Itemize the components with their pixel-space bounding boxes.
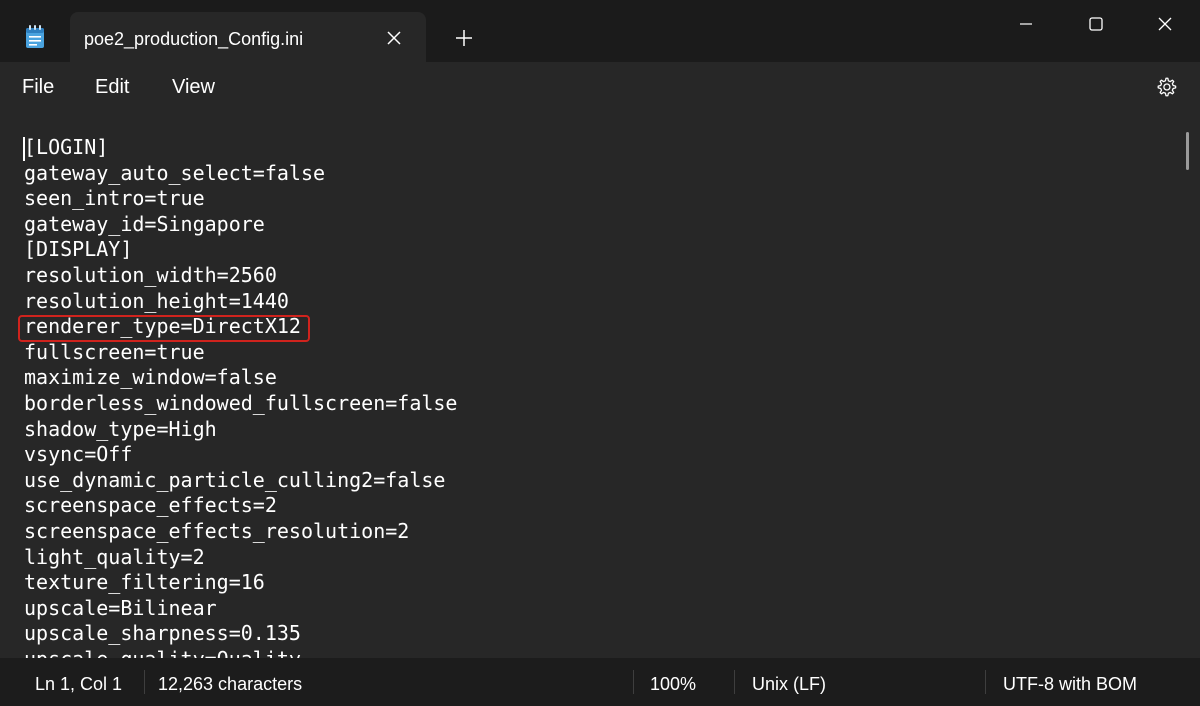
close-icon[interactable] <box>382 26 406 50</box>
status-divider <box>144 670 145 694</box>
text-caret <box>23 137 25 161</box>
character-count: 12,263 characters <box>158 674 303 694</box>
editor-line: light_quality=2 <box>24 544 205 569</box>
menu-edit[interactable]: Edit <box>95 76 129 99</box>
status-divider <box>985 670 986 694</box>
cursor-position: Ln 1, Col 1 <box>35 674 123 694</box>
menu-file[interactable]: File <box>22 76 54 99</box>
editor-line: resolution_width=2560 <box>24 262 277 287</box>
line-ending[interactable]: Unix (LF) <box>752 674 826 695</box>
editor-line: screenspace_effects=2 <box>24 493 277 518</box>
menu-bar: File Edit View <box>0 62 1200 112</box>
editor-line: borderless_windowed_fullscreen=false <box>24 390 458 415</box>
minimize-icon[interactable] <box>1003 10 1049 38</box>
editor-line: texture_filtering=16 <box>24 570 265 595</box>
editor-line: screenspace_effects_resolution=2 <box>24 518 410 543</box>
editor-line: gateway_auto_select=false <box>24 160 326 185</box>
editor-line: seen_intro=true <box>24 186 205 211</box>
editor-line: vsync=Off <box>24 442 133 467</box>
editor-line: gateway_id=Singapore <box>24 211 265 236</box>
title-bar: poe2_production_Config.ini <box>0 0 1200 62</box>
editor-line: upscale_sharpness=0.135 <box>24 621 301 646</box>
editor-line: fullscreen=true <box>24 339 205 364</box>
editor-lines: [LOGIN] gateway_auto_select=false seen_i… <box>17 135 458 658</box>
status-bar: Ln 1, Col 1 12,263 characters 100% Unix … <box>0 658 1200 706</box>
status-divider <box>633 670 634 694</box>
editor-line: maximize_window=false <box>24 365 277 390</box>
editor-line: upscale=Bilinear <box>24 595 217 620</box>
tab-title: poe2_production_Config.ini <box>84 29 304 49</box>
editor-line: [DISPLAY] <box>24 237 133 262</box>
text-editor[interactable]: [LOGIN] gateway_auto_select=false seen_i… <box>0 112 1200 658</box>
plus-icon[interactable] <box>452 26 476 50</box>
editor-line: use_dynamic_particle_culling2=false <box>24 467 446 492</box>
zoom-level[interactable]: 100% <box>650 674 696 695</box>
status-divider <box>734 670 735 694</box>
close-icon[interactable] <box>1142 10 1188 38</box>
editor-line: shadow_type=High <box>24 416 217 441</box>
editor-line: upscale_quality=Quality <box>24 647 457 658</box>
notepad-icon <box>25 25 45 49</box>
editor-line: resolution_height=1440 <box>24 288 289 313</box>
maximize-icon[interactable] <box>1073 10 1119 38</box>
highlighted-editor-line: renderer_type=DirectX12 <box>17 314 457 342</box>
gear-icon[interactable] <box>1153 74 1179 100</box>
editor-line: [LOGIN] <box>24 135 109 159</box>
menu-view[interactable]: View <box>172 76 215 99</box>
encoding[interactable]: UTF-8 with BOM <box>1003 674 1137 695</box>
vertical-scrollbar[interactable] <box>1186 132 1189 170</box>
file-tab[interactable]: poe2_production_Config.ini <box>70 12 426 62</box>
